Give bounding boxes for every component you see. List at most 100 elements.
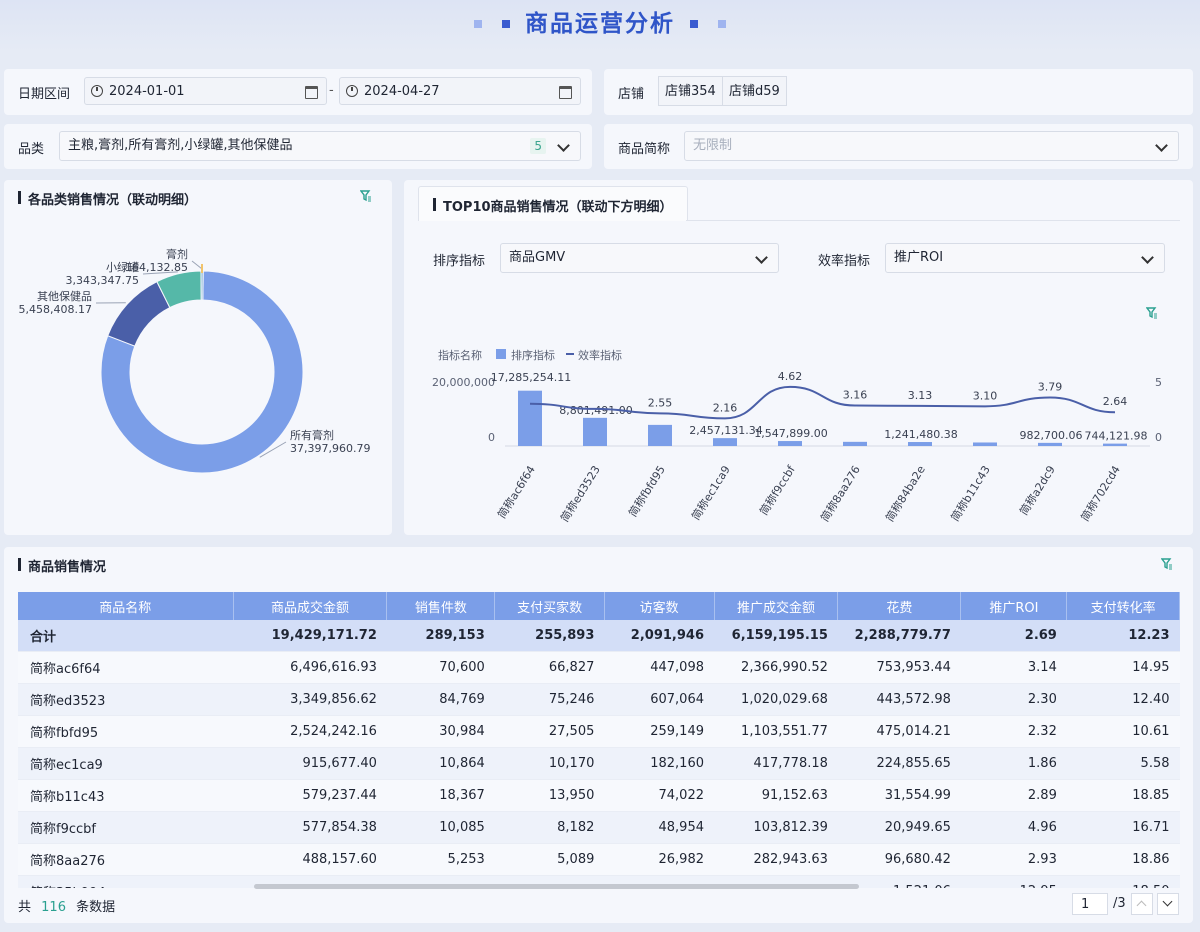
column-header[interactable]: 推广ROI — [960, 592, 1068, 620]
table-cell: 20,949.65 — [837, 811, 961, 844]
table-row[interactable]: 简称b11c43 579,237.44 18,367 13,950 74,022 91,1… — [18, 779, 1180, 812]
bar — [1103, 443, 1127, 446]
table-cell: 10,170 — [494, 747, 605, 780]
bar-value-label: 1,547,899.00 — [754, 427, 827, 440]
section-title: 商品销售情况 — [18, 556, 106, 575]
filter-icon[interactable] — [1146, 307, 1158, 319]
prev-page-button[interactable] — [1131, 893, 1153, 915]
bar — [648, 424, 672, 446]
table-viewport[interactable]: 商品名称 商品成交金额 销售件数 支付买家数 访客数 推广成交金额 花费 推广ROI 支付转化率… — [18, 592, 1180, 888]
page-number-input[interactable]: 1 — [1072, 893, 1108, 915]
bar-value-label: 982,700.06 — [1020, 429, 1083, 442]
table-cell: 14.95 — [1066, 651, 1180, 684]
total-row[interactable]: 合计 19,429,171.72 289,153 255,893 2,091,946 6,… — [18, 620, 1180, 652]
bar — [583, 417, 607, 446]
column-header[interactable]: 花费 — [837, 592, 962, 620]
pie-slice — [107, 280, 171, 347]
top10-combo-chart: 指标名称 排序指标 效率指标 20,000,000 0 5 0 简称ac6f64 17,285,… — [432, 348, 1162, 524]
table-cell: 19,429,171.72 — [233, 620, 387, 652]
category-filter-card: 品类 主粮,膏剂,所有膏剂,小绿罐,其他保健品 5 — [4, 124, 592, 169]
table-cell: 27,505 — [494, 715, 605, 748]
y-right-tick: 0 — [1155, 431, 1162, 444]
sort-metric-select[interactable]: 商品GMV — [500, 243, 779, 273]
short-name-select[interactable]: 无限制 — [684, 131, 1179, 161]
calendar-icon[interactable] — [305, 86, 318, 99]
table-cell: 66,827 — [494, 651, 605, 684]
legend-bar-label: 排序指标 — [511, 348, 555, 362]
calendar-icon[interactable] — [559, 86, 572, 99]
date-label: 日期区间 — [18, 87, 71, 102]
table-cell: 289,153 — [386, 620, 495, 652]
tab-top10[interactable]: TOP10商品销售情况（联动下方明细） — [418, 186, 688, 221]
table-row[interactable]: 简称ec1ca9 915,677.40 10,864 10,170 182,160 417… — [18, 747, 1180, 780]
table-row[interactable]: 简称f9ccbf 577,854.38 10,085 8,182 48,954 103,8… — [18, 811, 1180, 844]
table-cell: 合计 — [18, 620, 234, 652]
table-cell: 48,954 — [604, 811, 714, 844]
column-header[interactable]: 商品名称 — [18, 592, 234, 620]
table-cell: 8,182 — [494, 811, 605, 844]
column-header[interactable]: 访客数 — [604, 592, 715, 620]
table-cell: 18.50 — [1066, 875, 1180, 888]
table-cell: 607,064 — [604, 683, 714, 716]
table-row[interactable]: 简称8aa276 488,157.60 5,253 5,089 26,982 282,94… — [18, 843, 1180, 876]
table-cell: 16.71 — [1066, 811, 1180, 844]
table-cell: 简称ed3523 — [18, 683, 234, 716]
table-cell: 577,854.38 — [233, 811, 387, 844]
shop-option[interactable]: 店铺354 — [658, 76, 723, 106]
table-cell: 447,098 — [604, 651, 714, 684]
bar — [843, 441, 867, 446]
table-cell: 6,159,195.15 — [714, 620, 838, 652]
column-header[interactable]: 支付转化率 — [1066, 592, 1180, 620]
slice-label: 其他保健品 — [37, 289, 92, 303]
table-cell: 简称fbfd95 — [18, 715, 234, 748]
date-start-input[interactable]: 2024-01-01 — [84, 77, 327, 105]
table-cell: 74,022 — [604, 779, 714, 812]
category-select[interactable]: 主粮,膏剂,所有膏剂,小绿罐,其他保健品 5 — [59, 131, 581, 161]
y-right-tick: 5 — [1155, 376, 1162, 389]
next-page-button[interactable] — [1157, 893, 1179, 915]
table-cell: 70,600 — [386, 651, 495, 684]
table-cell: 18,367 — [386, 779, 495, 812]
table-footer: 共 116 条数据 — [18, 900, 116, 915]
clock-icon — [91, 85, 103, 97]
label-leader — [191, 260, 203, 270]
efficiency-metric-label: 效率指标 — [818, 254, 871, 269]
table-cell: 10.61 — [1066, 715, 1180, 748]
category-donut-chart: 所有膏剂37,397,960.79其他保健品5,458,408.17小绿罐3,3… — [19, 247, 370, 474]
date-end-input[interactable]: 2024-04-27 — [339, 77, 581, 105]
bar — [518, 390, 542, 446]
short-name-label: 商品简称 — [618, 142, 671, 157]
y-left-tick: 0 — [488, 431, 495, 444]
table-cell: 103,812.39 — [714, 811, 838, 844]
table-row[interactable]: 简称ac6f64 6,496,616.93 70,600 66,827 447,098 2… — [18, 651, 1180, 684]
table-cell: 2.30 — [960, 683, 1067, 716]
bar — [908, 442, 932, 446]
line-value-label: 3.10 — [973, 389, 998, 402]
column-header[interactable]: 商品成交金额 — [233, 592, 388, 620]
pie-slice — [200, 270, 204, 301]
efficiency-metric-select[interactable]: 推广ROI — [885, 243, 1165, 273]
table-cell: 4.96 — [960, 811, 1067, 844]
column-header[interactable]: 支付买家数 — [494, 592, 605, 620]
table-row[interactable]: 简称fbfd95 2,524,242.16 30,984 27,505 259,149 1… — [18, 715, 1180, 748]
column-header[interactable]: 销售件数 — [386, 592, 496, 620]
table-cell: 75,246 — [494, 683, 605, 716]
table-cell: 2.69 — [960, 620, 1067, 652]
table-row[interactable]: 简称ed3523 3,349,856.62 84,769 75,246 607,064 1… — [18, 683, 1180, 716]
table-cell: 简称35b994 — [18, 875, 234, 888]
shop-option[interactable]: 店铺d59 — [722, 76, 787, 106]
line-value-label: 4.62 — [778, 370, 803, 383]
table-cell: 5.58 — [1066, 747, 1180, 780]
table-cell: 简称f9ccbf — [18, 811, 234, 844]
product-sales-table: 商品名称 商品成交金额 销售件数 支付买家数 访客数 推广成交金额 花费 推广ROI 支付转化率… — [18, 592, 1180, 888]
date-separator: - — [329, 83, 334, 98]
table-cell: 5,089 — [494, 843, 605, 876]
table-cell: 30,984 — [386, 715, 495, 748]
column-header[interactable]: 推广成交金额 — [714, 592, 839, 620]
page-total: /3 — [1113, 896, 1126, 911]
table-cell: 1,020,029.68 — [714, 683, 838, 716]
horizontal-scrollbar[interactable] — [254, 884, 859, 889]
clock-icon — [346, 85, 358, 97]
filter-icon[interactable] — [1161, 558, 1173, 570]
bar-value-label: 744,121.98 — [1085, 430, 1148, 443]
